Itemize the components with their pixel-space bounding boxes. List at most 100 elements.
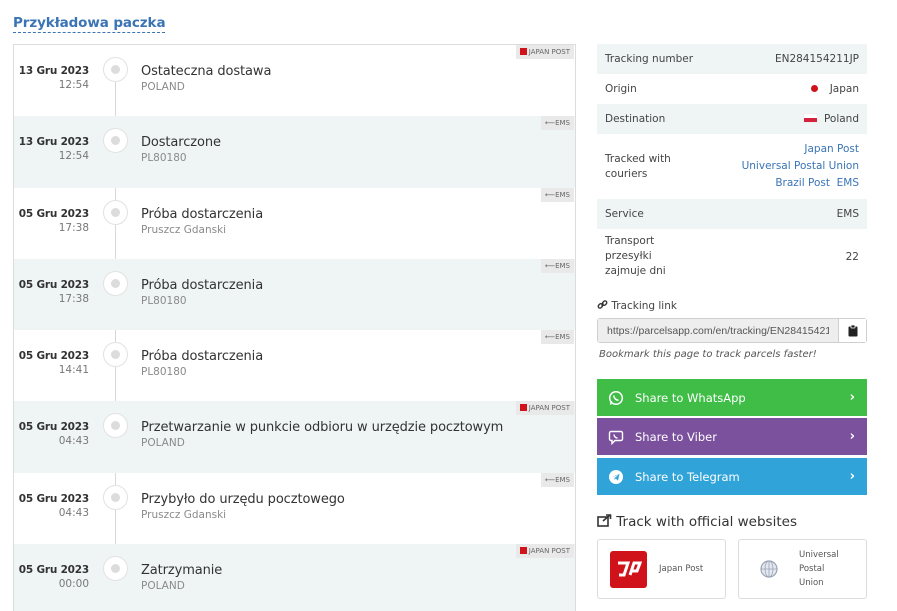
event-location: POLAND xyxy=(141,81,185,93)
timeline-event: 05 Gru 2023 04:43 Przetwarzanie w punkcie … xyxy=(14,401,575,473)
event-title: Dostarczone xyxy=(141,135,221,151)
courier-badge-label: EMS xyxy=(555,475,570,484)
japan-post-icon xyxy=(519,48,527,55)
event-time: 12:54 xyxy=(58,150,89,163)
courier-link-upu[interactable]: Universal Postal Union xyxy=(742,160,859,172)
official-websites-title: Track with official websites xyxy=(616,514,797,530)
timeline-dot-icon xyxy=(103,484,128,510)
shipment-info-table: Tracking number EN284154211JP Origin Jap… xyxy=(597,44,867,284)
timeline-dot-icon xyxy=(103,270,128,296)
event-title: Ostateczna dostawa xyxy=(141,64,272,79)
destination-value: Poland xyxy=(823,113,859,125)
timeline-event: 13 Gru 2023 12:54 Ostateczna dostawa POLAND… xyxy=(14,45,575,116)
courier-badge: JAPAN POST xyxy=(515,45,574,59)
event-time: 17:38 xyxy=(58,221,89,234)
event-time: 14:41 xyxy=(58,364,89,377)
courier-badge: ⟵EMS xyxy=(541,330,574,345)
couriers-row: Tracked with couriers Japan Post Univers… xyxy=(597,134,867,199)
ems-icon: ⟵ xyxy=(545,119,556,128)
transit-value: 22 xyxy=(845,250,859,263)
courier-link-ems[interactable]: EMS xyxy=(837,177,859,189)
courier-link-brazil-post[interactable]: Brazil Post xyxy=(775,177,830,189)
event-date: 13 Gru 2023 xyxy=(18,65,89,77)
tracking-link-label: Tracking link xyxy=(611,300,677,312)
chevron-right-icon: › xyxy=(849,469,855,484)
ems-icon: ⟵ xyxy=(545,475,556,484)
link-icon xyxy=(597,300,608,309)
share-telegram-button[interactable]: Share to Telegram › xyxy=(597,458,867,495)
courier-link-japan-post[interactable]: Japan Post xyxy=(804,143,859,155)
event-datetime: 05 Gru 2023 14:41 xyxy=(14,350,89,377)
timeline-event: 13 Gru 2023 12:54 Dostarczone PL80180 ⟵EMS xyxy=(14,116,575,188)
event-location: Pruszcz Gdanski xyxy=(141,223,227,236)
timeline-dot-icon xyxy=(103,128,128,154)
telegram-icon xyxy=(607,468,625,486)
upu-logo xyxy=(758,558,780,580)
event-time: 04:43 xyxy=(58,506,89,519)
courier-badge-label: JAPAN POST xyxy=(528,48,570,56)
origin-value: Japan xyxy=(829,83,859,95)
tracking-number-row: Tracking number EN284154211JP xyxy=(597,44,867,74)
event-time: 04:43 xyxy=(58,435,89,448)
event-date: 05 Gru 2023 xyxy=(18,564,89,577)
clipboard-icon xyxy=(848,324,857,336)
service-label: Service xyxy=(605,208,644,220)
courier-badge: JAPAN POST xyxy=(515,544,574,559)
share-whatsapp-button[interactable]: Share to WhatsApp › xyxy=(597,379,867,416)
whatsapp-icon xyxy=(607,389,625,407)
poland-flag-icon xyxy=(802,113,818,123)
event-title: Przybyło do urzędu pocztowego xyxy=(141,491,345,507)
event-location: POLAND xyxy=(141,580,185,593)
share-viber-button[interactable]: Share to Viber › xyxy=(597,418,867,455)
official-upu-card[interactable]: Universal Postal Union xyxy=(738,539,867,599)
share-telegram-label: Share to Telegram xyxy=(635,469,740,484)
japan-post-icon xyxy=(519,404,527,412)
courier-badge: ⟵EMS xyxy=(541,116,574,131)
event-datetime: 05 Gru 2023 04:43 xyxy=(14,492,89,519)
event-time: 17:38 xyxy=(58,292,89,305)
courier-badge: JAPAN POST xyxy=(515,401,574,416)
event-title: Przetwarzanie w punkcie odbioru w urzędz… xyxy=(141,420,504,436)
page-title[interactable]: Przykładowa paczka xyxy=(13,15,166,33)
destination-label: Destination xyxy=(605,113,666,125)
copy-link-button[interactable] xyxy=(838,319,866,342)
courier-badge-label: EMS xyxy=(555,190,570,199)
tracking-link-input[interactable] xyxy=(598,319,838,342)
courier-badge-label: EMS xyxy=(555,119,570,128)
japan-post-logo xyxy=(610,550,647,588)
transit-label: Transport przesyłki zajmuje dni xyxy=(605,235,666,277)
event-datetime: 05 Gru 2023 17:38 xyxy=(14,208,89,234)
couriers-label: Tracked with couriers xyxy=(605,152,671,180)
chevron-right-icon: › xyxy=(849,429,855,444)
destination-row: Destination Poland xyxy=(597,104,867,134)
japan-flag-icon xyxy=(810,85,818,92)
external-link-icon xyxy=(597,514,612,527)
japan-post-name: Japan Post xyxy=(659,564,704,574)
official-japan-post-card[interactable]: Japan Post xyxy=(597,539,726,599)
tracking-link-heading: Tracking link xyxy=(597,299,677,312)
event-date: 05 Gru 2023 xyxy=(18,350,89,363)
event-date: 05 Gru 2023 xyxy=(18,278,89,291)
ems-icon: ⟵ xyxy=(545,190,556,199)
japan-post-icon xyxy=(519,547,527,555)
event-date: 05 Gru 2023 xyxy=(18,492,89,505)
service-value: EMS xyxy=(836,208,859,220)
event-title: Próba dostarczenia xyxy=(141,277,264,293)
event-location: PL80180 xyxy=(141,294,187,307)
origin-label: Origin xyxy=(605,83,637,95)
courier-badge-label: EMS xyxy=(555,261,570,270)
courier-badge-label: EMS xyxy=(555,333,570,342)
courier-badge: ⟵EMS xyxy=(541,258,574,273)
event-title: Zatrzymanie xyxy=(141,563,223,579)
official-websites-heading: Track with official websites xyxy=(597,514,797,530)
service-row: Service EMS xyxy=(597,199,867,229)
tracking-number-value: EN284154211JP xyxy=(774,53,859,65)
tracking-link-box xyxy=(597,318,867,343)
upu-name: Universal Postal Union xyxy=(799,550,839,588)
event-location: PL80180 xyxy=(141,366,187,379)
timeline-dot-icon xyxy=(103,199,128,225)
event-time: 00:00 xyxy=(58,578,89,591)
courier-badge-label: JAPAN POST xyxy=(528,404,570,413)
timeline-dot-icon xyxy=(103,413,128,439)
timeline-event: 05 Gru 2023 17:38 Próba dostarczenia Pruszc… xyxy=(14,187,575,259)
